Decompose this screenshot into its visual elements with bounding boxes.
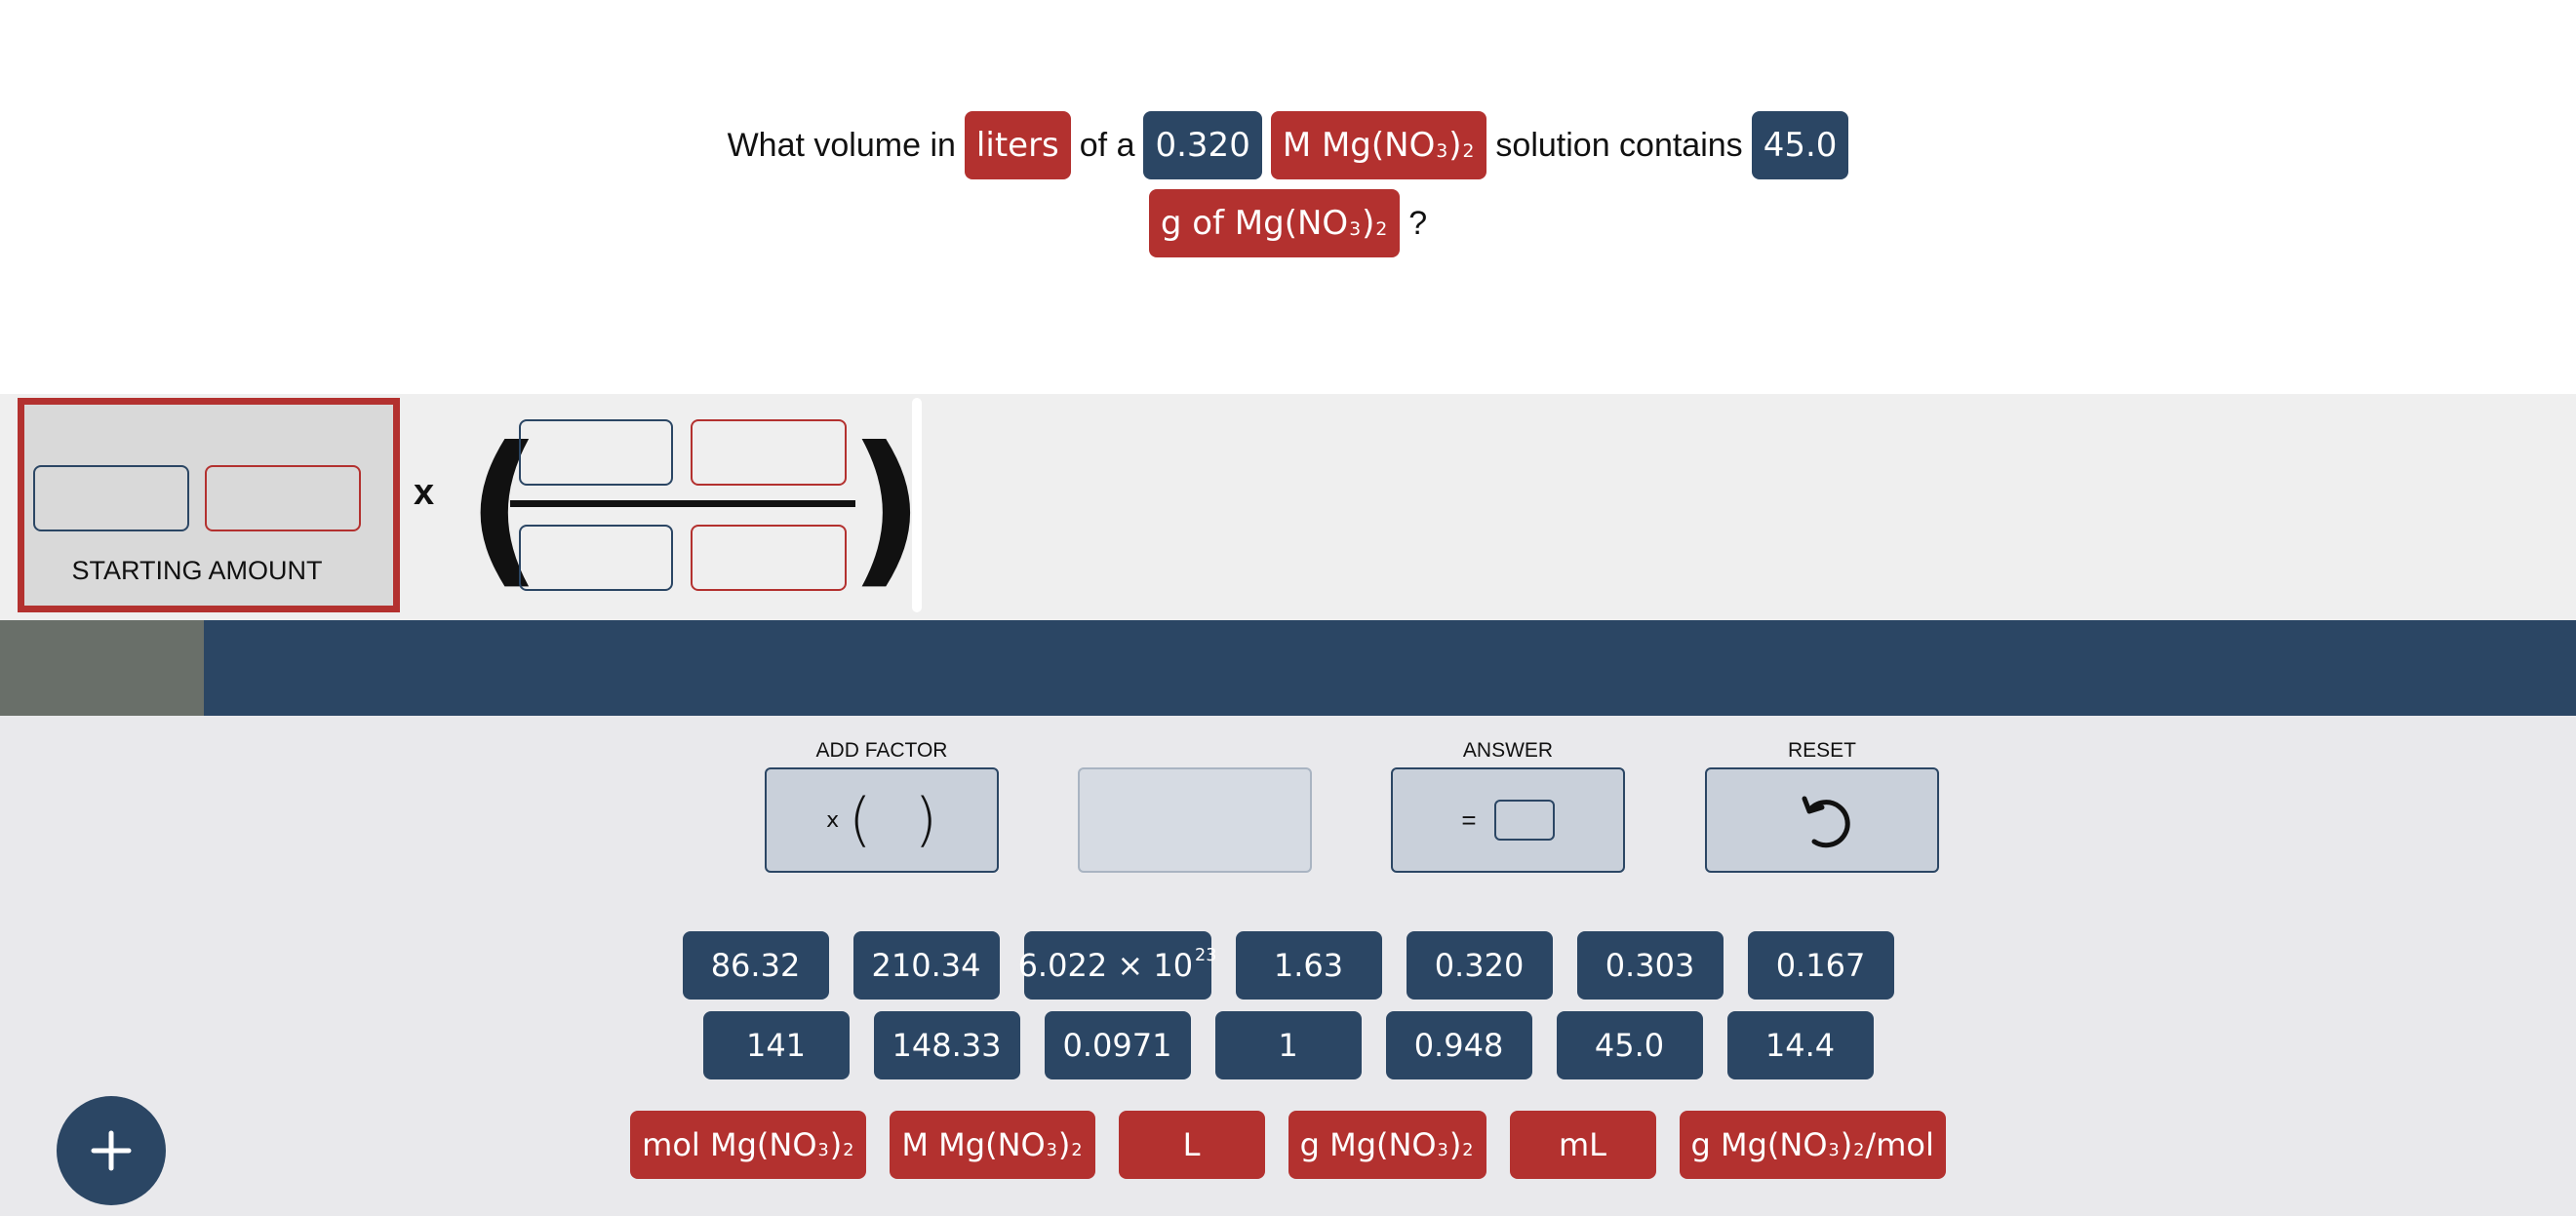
empty-tool-slot xyxy=(1078,767,1312,873)
unit-chip-mol[interactable]: mol Mg(NO 3) 2 xyxy=(630,1111,867,1179)
number-chip[interactable]: 1.63 xyxy=(1235,931,1382,1000)
answer-label: ANSWER xyxy=(1462,739,1554,762)
number-chip[interactable]: 0.948 xyxy=(1385,1011,1532,1079)
unit-chip-molarity[interactable]: M Mg(NO 3) 2 xyxy=(890,1111,1095,1179)
reset-button[interactable] xyxy=(1705,767,1939,873)
unit-chip-molar-mass[interactable]: g Mg(NO 3) 2/mol xyxy=(1679,1111,1946,1179)
progress-bar xyxy=(0,620,2576,716)
number-chip[interactable]: 45.0 xyxy=(1556,1011,1703,1079)
question-text: of a xyxy=(1079,126,1135,164)
number-chip[interactable]: 0.167 xyxy=(1747,931,1894,1000)
number-chip[interactable]: 86.32 xyxy=(682,931,829,1000)
question-text: What volume in xyxy=(727,126,956,164)
denominator-unit-slot[interactable] xyxy=(691,525,847,591)
open-paren-icon: ( xyxy=(849,786,872,854)
number-chip[interactable]: 148.33 xyxy=(873,1011,1020,1079)
numerator-value-slot[interactable] xyxy=(519,419,673,486)
question-panel: What volume in liters of a 0.320 M Mg(NO… xyxy=(0,0,2576,394)
unit-chip-liters[interactable]: L xyxy=(1118,1111,1265,1179)
starting-unit-slot[interactable] xyxy=(205,465,361,531)
starting-amount-label: STARTING AMOUNT xyxy=(71,556,323,585)
question-line-1: What volume in liters of a 0.320 M Mg(NO… xyxy=(0,111,2576,179)
question-mark: ? xyxy=(1408,204,1428,242)
equals-symbol: = xyxy=(1461,804,1477,835)
number-chip[interactable]: 1 xyxy=(1214,1011,1362,1079)
add-factor-button[interactable]: x ( ) xyxy=(765,767,999,873)
value-chip-mass[interactable]: 45.0 xyxy=(1751,111,1849,179)
unit-chip-molarity[interactable]: M Mg(NO 3) 2 xyxy=(1270,111,1487,179)
add-factor-label: ADD FACTOR xyxy=(815,739,948,762)
number-chip[interactable]: 141 xyxy=(702,1011,850,1079)
progress-fill xyxy=(0,620,204,716)
close-paren-icon: ) xyxy=(914,786,937,854)
unit-chip-liters[interactable]: liters xyxy=(964,111,1071,179)
answer-button[interactable]: = xyxy=(1391,767,1625,873)
number-chip[interactable]: 0.303 xyxy=(1576,931,1724,1000)
number-chip-avogadro[interactable]: 6.022 × 10 23 xyxy=(1018,931,1216,1000)
number-row-2: 141 148.33 0.0971 1 0.948 45.0 14.4 xyxy=(0,1011,2576,1079)
value-chip-molarity[interactable]: 0.320 xyxy=(1143,111,1262,179)
undo-arrow-icon xyxy=(1802,796,1850,848)
question-line-2: g of Mg(NO 3) 2 ? xyxy=(0,189,2576,257)
denominator-value-slot[interactable] xyxy=(519,525,673,591)
fraction-bar xyxy=(510,500,855,507)
reset-label: RESET xyxy=(1787,739,1856,762)
unit-row: mol Mg(NO 3) 2 M Mg(NO 3) 2 L g Mg(NO 3) 2 mL … xyxy=(0,1111,2576,1179)
numerator-unit-slot[interactable] xyxy=(691,419,847,486)
number-row-1: 86.32 210.34 6.022 × 10 23 1.63 0.320 0.3… xyxy=(0,931,2576,1000)
number-chip[interactable]: 210.34 xyxy=(852,931,1000,1000)
question-text: solution contains xyxy=(1495,126,1743,164)
plus-icon xyxy=(91,1130,132,1171)
unit-chip-milliliters[interactable]: mL xyxy=(1509,1111,1656,1179)
setup-divider xyxy=(912,398,922,612)
unit-chip-grams[interactable]: g Mg(NO 3) 2 xyxy=(1288,1111,1486,1179)
unit-chip-grams[interactable]: g of Mg(NO 3) 2 xyxy=(1148,189,1401,257)
multiply-sign: x xyxy=(414,472,435,513)
add-button[interactable] xyxy=(57,1096,166,1205)
number-chip[interactable]: 14.4 xyxy=(1726,1011,1874,1079)
number-chip[interactable]: 0.0971 xyxy=(1044,1011,1191,1079)
answer-box-icon xyxy=(1493,800,1555,841)
multiply-symbol: x xyxy=(826,807,840,833)
number-chip[interactable]: 0.320 xyxy=(1406,931,1553,1000)
starting-value-slot[interactable] xyxy=(33,465,189,531)
